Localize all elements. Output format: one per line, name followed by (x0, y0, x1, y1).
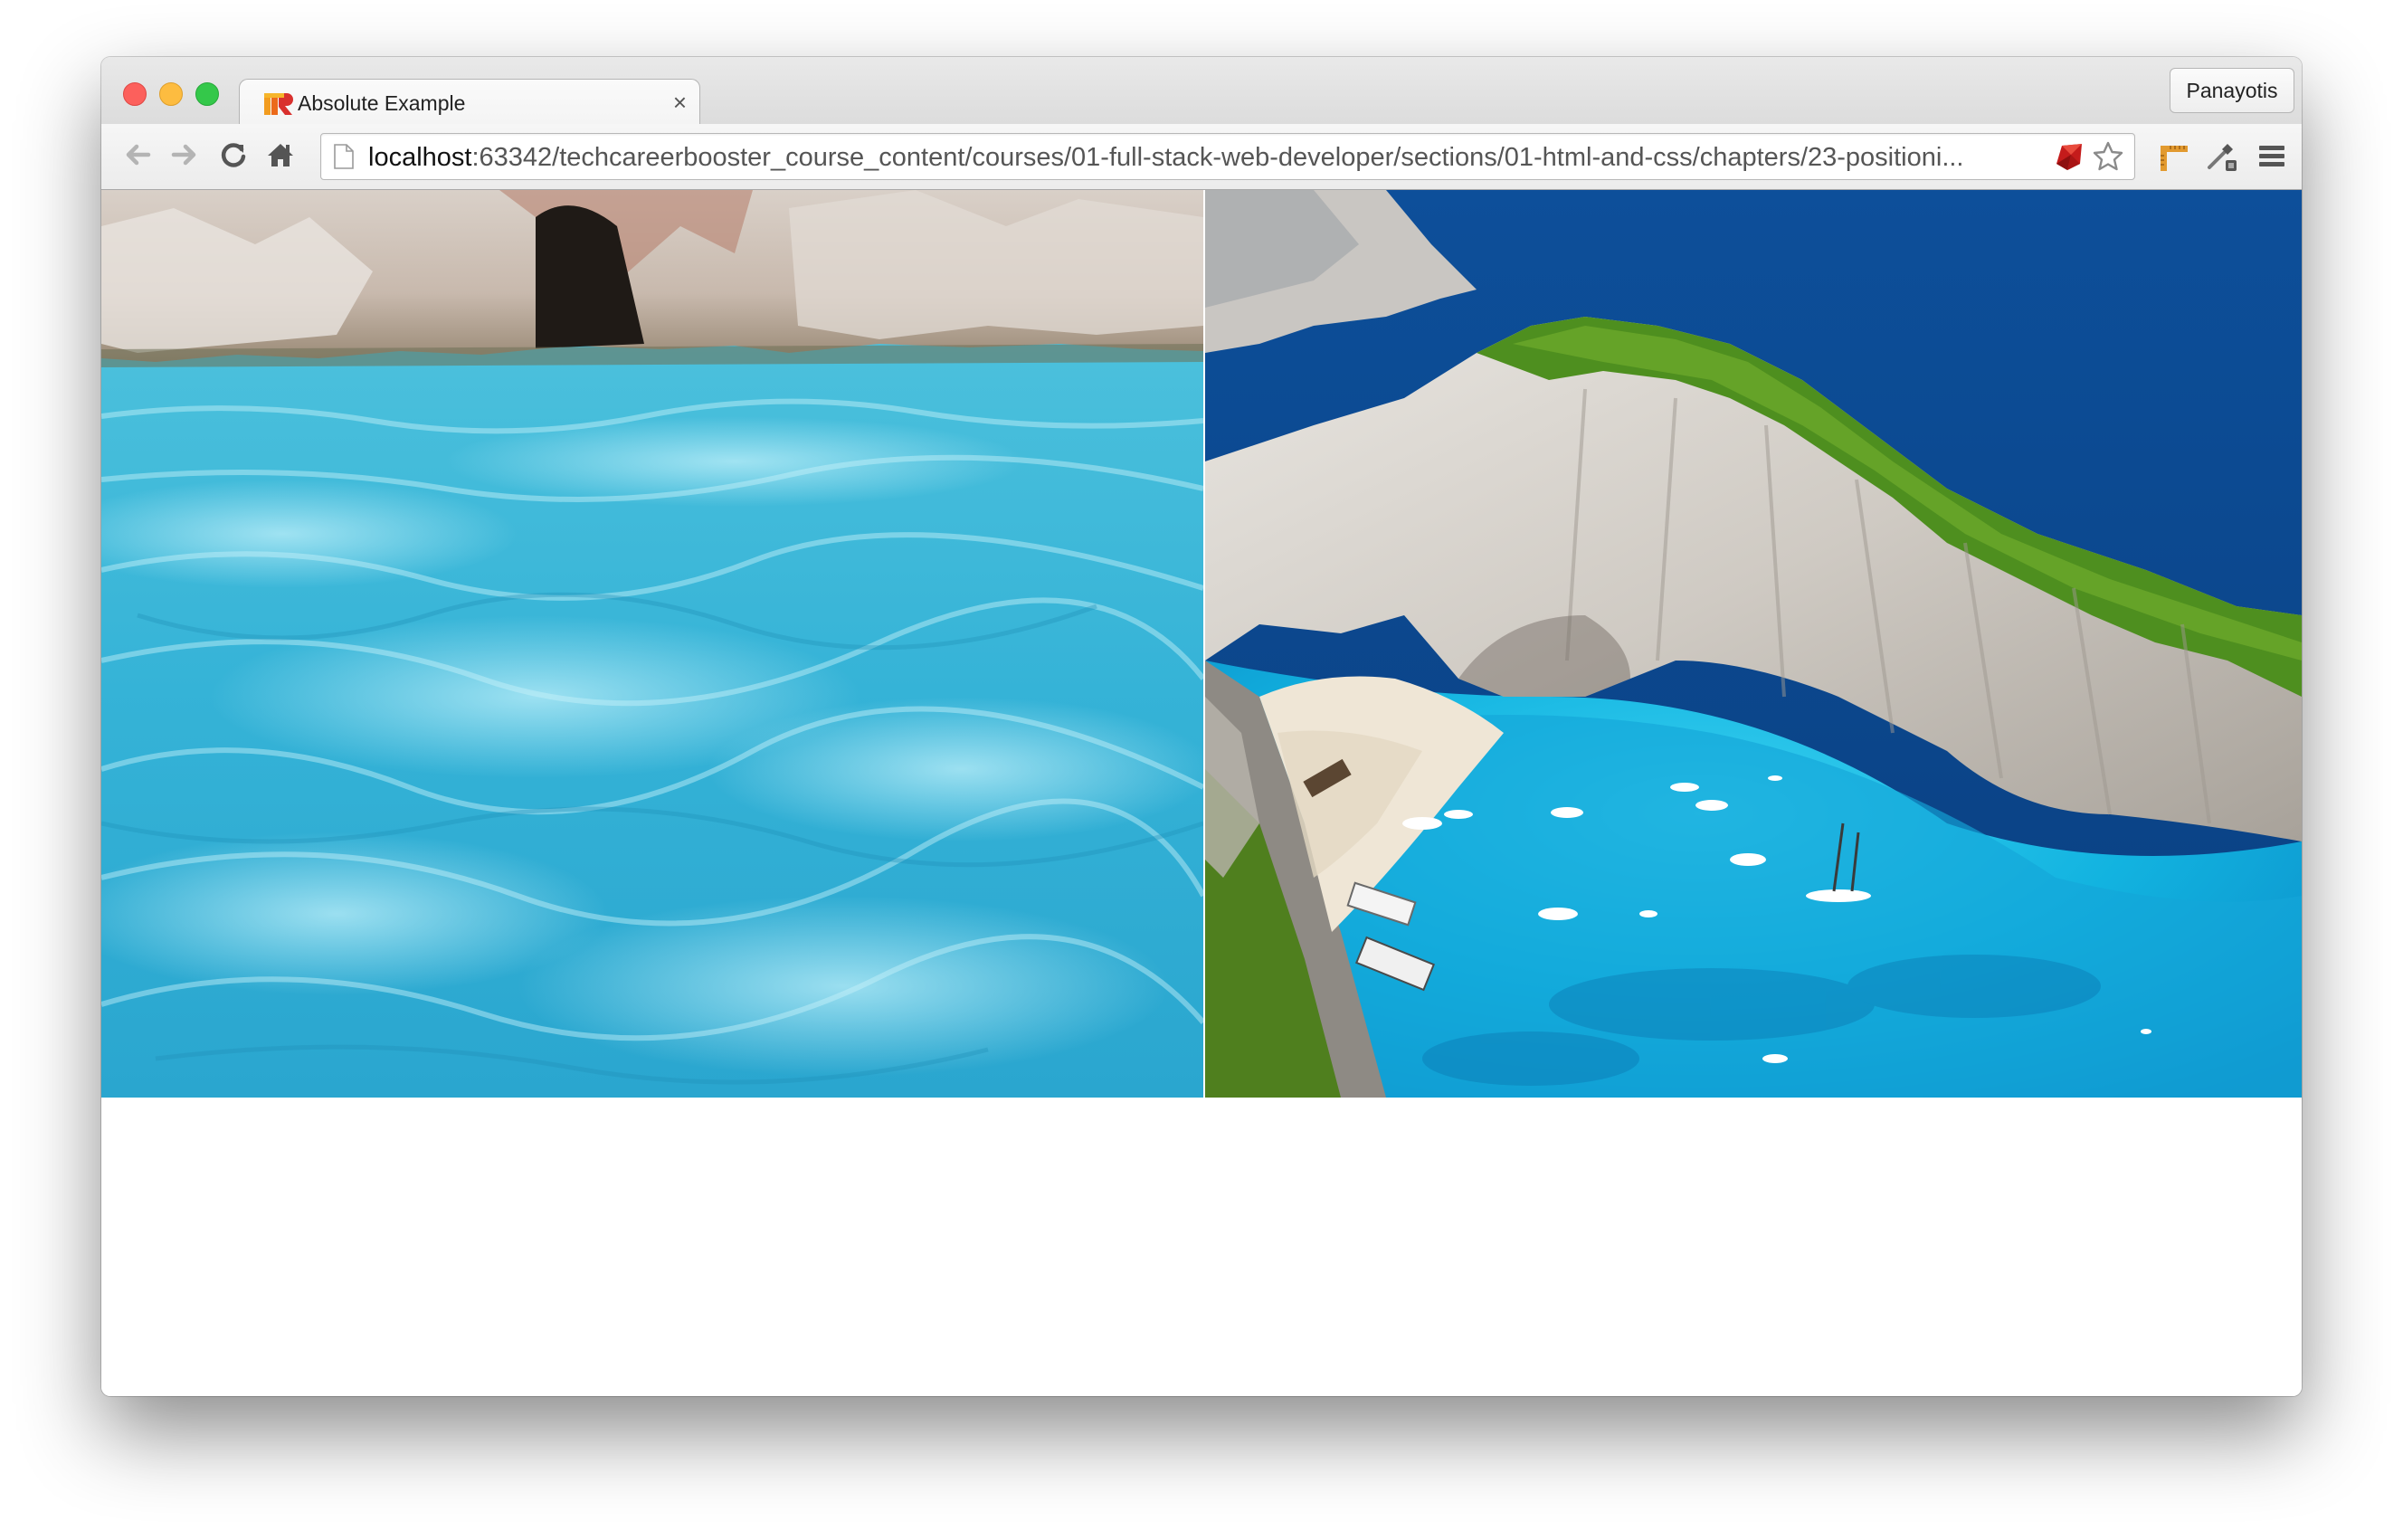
browser-toolbar: localhost:63342/techcareerbooster_course… (101, 124, 2302, 190)
close-window-button[interactable] (123, 82, 147, 106)
url-text: localhost:63342/techcareerbooster_course… (368, 143, 2060, 172)
browser-window: Absolute Example × Panayotis localhost:6… (101, 57, 2302, 1396)
tab-strip: Absolute Example × Panayotis (101, 57, 2302, 125)
tab-absolute-example[interactable]: Absolute Example × (239, 79, 700, 125)
ruby-gem-icon[interactable] (2053, 140, 2085, 173)
minimize-window-button[interactable] (159, 82, 183, 106)
url-host: localhost (368, 143, 472, 172)
hamburger-menu-icon[interactable] (2253, 137, 2291, 175)
ruler-icon[interactable] (2155, 137, 2193, 175)
url-path: :63342/techcareerbooster_course_content/… (471, 143, 1964, 172)
tab-title: Absolute Example (298, 91, 466, 115)
home-icon[interactable] (262, 137, 299, 173)
water-photo (101, 190, 1203, 1098)
zoom-window-button[interactable] (195, 82, 219, 106)
reload-icon[interactable] (215, 137, 252, 173)
page-icon (334, 144, 354, 169)
forward-arrow-icon[interactable] (166, 137, 203, 173)
screen: Absolute Example × Panayotis localhost:6… (0, 0, 2403, 1540)
page-content (101, 190, 2302, 1396)
eyedropper-icon[interactable] (2202, 137, 2240, 175)
back-arrow-icon[interactable] (119, 137, 156, 173)
beach-photo (1205, 190, 2302, 1098)
star-icon[interactable] (2091, 139, 2125, 174)
tab-close-icon[interactable]: × (673, 89, 687, 116)
profile-button[interactable]: Panayotis (2170, 68, 2294, 113)
rubymine-icon (263, 90, 294, 117)
address-bar[interactable]: localhost:63342/techcareerbooster_course… (320, 133, 2135, 180)
